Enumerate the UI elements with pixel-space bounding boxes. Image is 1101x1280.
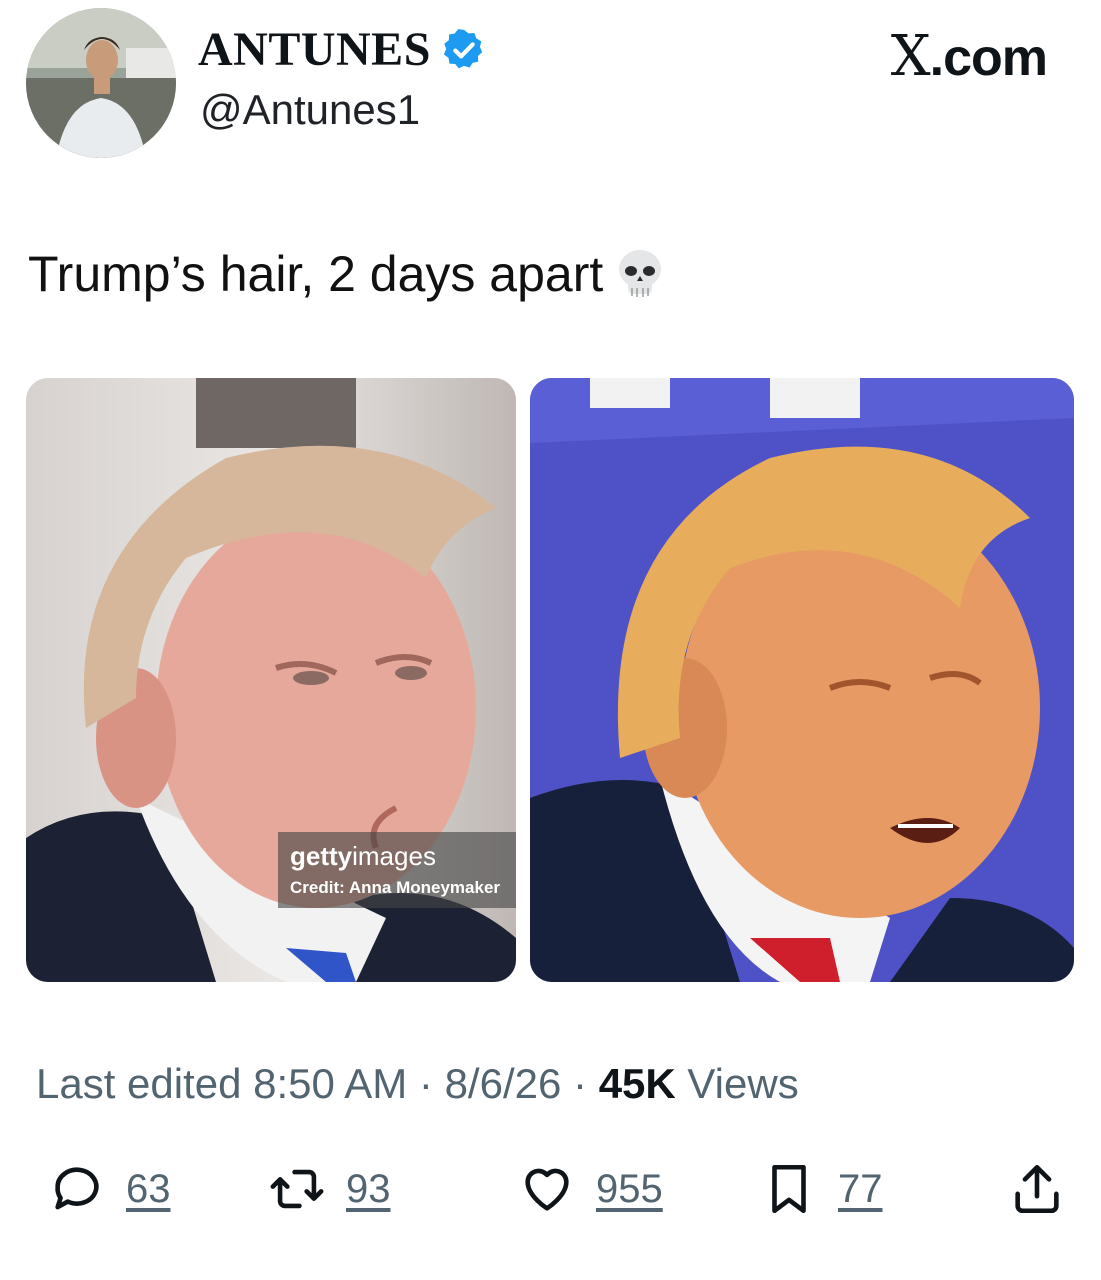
repost-icon	[270, 1169, 324, 1209]
repost-button[interactable]: 93	[268, 1160, 391, 1218]
getty-brand: gettyimages	[290, 842, 504, 870]
bookmark-button[interactable]: 77	[760, 1160, 883, 1218]
author-display-name[interactable]: ANTUNES	[198, 22, 487, 77]
tweet-text-content: Trump’s hair, 2 days apart	[28, 246, 604, 302]
views-label: Views	[675, 1060, 799, 1107]
reply-icon	[55, 1167, 99, 1210]
bookmark-icon	[772, 1164, 806, 1214]
tweet-meta: Last edited 8:50 AM · 8/6/26 · 45K Views	[36, 1060, 799, 1108]
x-logo-icon: X	[890, 24, 931, 89]
tweet-photo-right[interactable]	[530, 378, 1074, 982]
share-button[interactable]	[1008, 1160, 1066, 1218]
edited-timestamp[interactable]: Last edited 8:50 AM · 8/6/26	[36, 1060, 561, 1107]
getty-brand-light: images	[352, 841, 436, 871]
repost-count: 93	[346, 1166, 391, 1211]
tweet-actions: 63 93 955 77	[0, 1160, 1101, 1230]
heart-icon	[525, 1168, 569, 1211]
reply-button[interactable]: 63	[48, 1160, 171, 1218]
photo-right-image	[530, 378, 1074, 982]
like-button[interactable]: 955	[518, 1160, 663, 1218]
author-handle[interactable]: @Antunes1	[200, 86, 420, 134]
bookmark-count: 77	[838, 1166, 883, 1211]
like-count: 955	[596, 1166, 663, 1211]
views-count: 45K	[598, 1060, 676, 1107]
meta-separator: ·	[561, 1060, 599, 1107]
reply-count: 63	[126, 1166, 171, 1211]
getty-watermark: gettyimages Credit: Anna Moneymaker	[278, 832, 516, 908]
getty-credit: Credit: Anna Moneymaker	[290, 878, 501, 897]
author-avatar[interactable]	[26, 8, 176, 158]
verified-badge-icon	[443, 28, 483, 68]
tweet-text: Trump’s hair, 2 days apart	[28, 245, 663, 303]
share-icon	[1015, 1164, 1059, 1214]
site-label: X .com	[890, 24, 1048, 89]
avatar-image	[26, 8, 176, 158]
site-label-rest: .com	[929, 29, 1048, 87]
skull-emoji-icon	[619, 250, 662, 297]
display-name-text: ANTUNES	[198, 23, 431, 76]
getty-brand-bold: getty	[290, 841, 353, 871]
